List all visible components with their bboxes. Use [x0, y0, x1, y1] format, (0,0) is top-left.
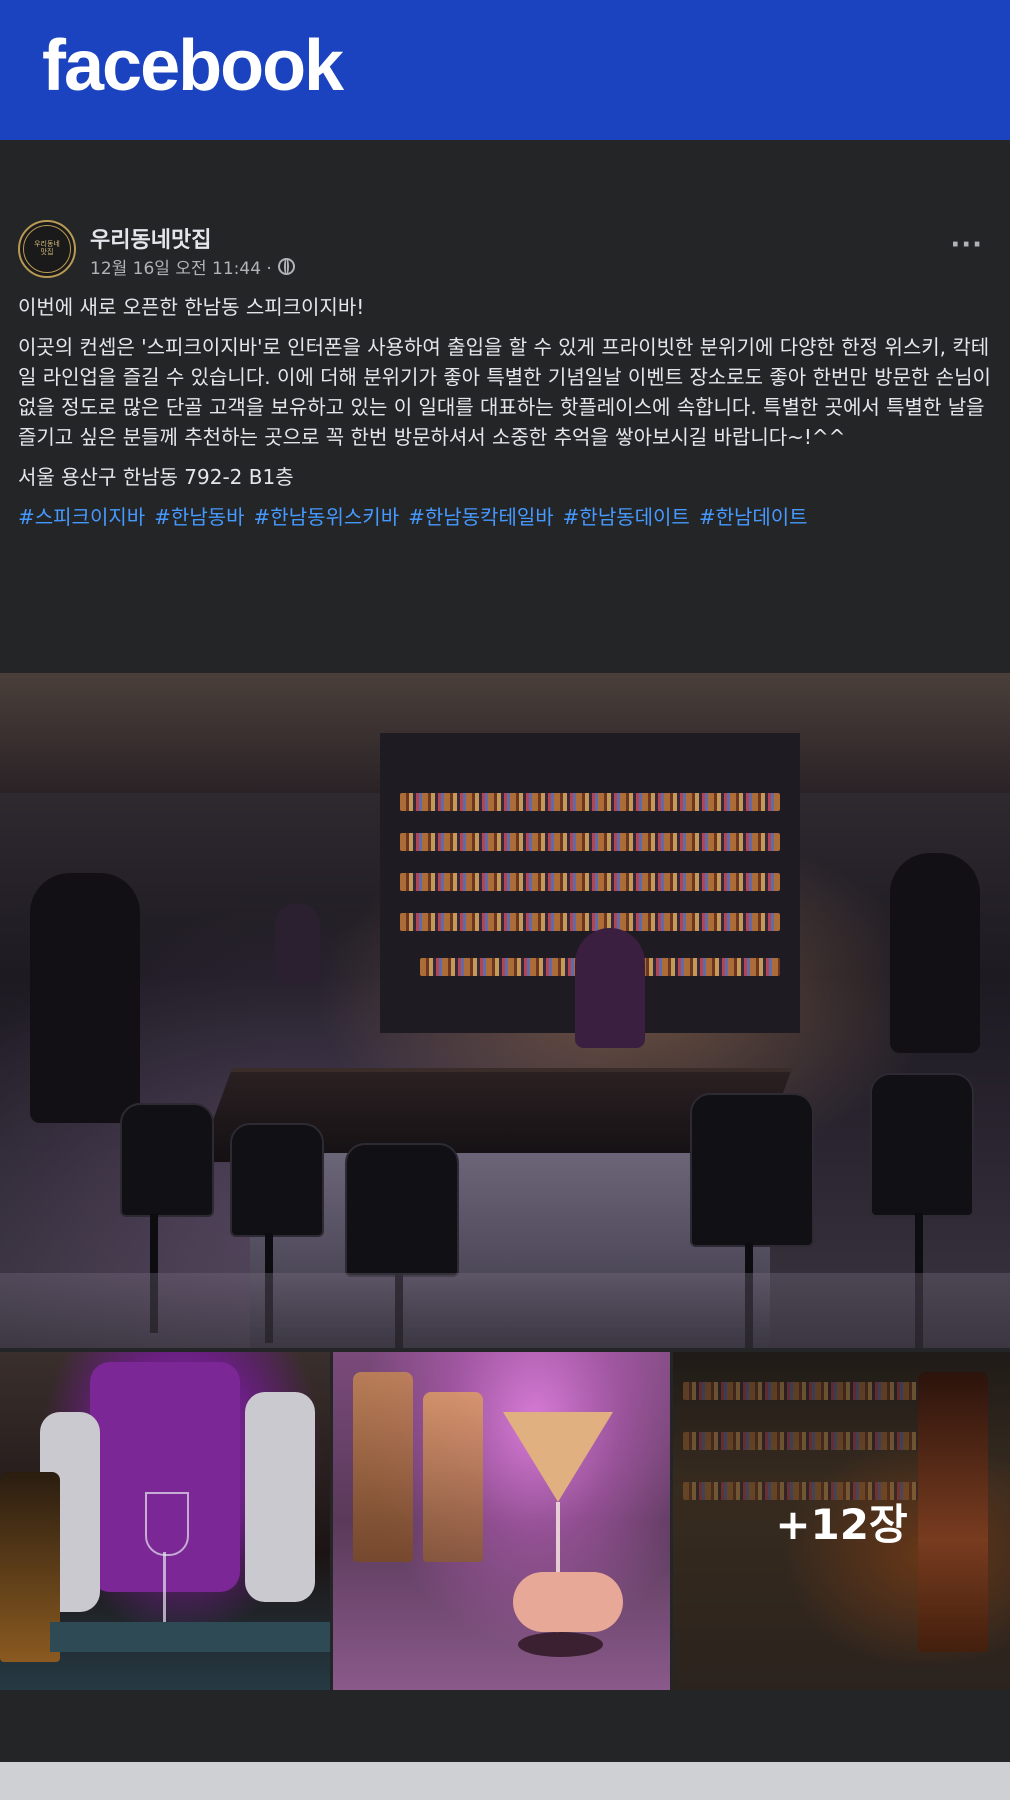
hashtag-link[interactable]: #한남동바	[154, 505, 244, 529]
photo-thumbnail-cocktail[interactable]	[333, 1352, 670, 1690]
photo-thumbnail-whisky[interactable]: +12장	[673, 1352, 1010, 1690]
bar-stool	[345, 1143, 459, 1277]
avatar-emblem: 우리동네 맛집	[23, 225, 71, 273]
post-address: 서울 용산구 한남동 792-2 B1층	[18, 465, 294, 489]
page-avatar[interactable]: 우리동네 맛집	[18, 220, 76, 278]
facebook-logo[interactable]: facebook	[42, 30, 344, 102]
photo-thumbnail-bartender[interactable]	[0, 1352, 330, 1690]
liquor-bottle	[353, 1372, 413, 1562]
post-body: 이번에 새로 오픈한 한남동 스피크이지바! 이곳의 컨셉은 '스피크이지바'로…	[18, 292, 993, 542]
bottom-strip	[0, 1762, 1010, 1800]
bottle-shelf	[400, 793, 780, 811]
bar-stool	[690, 1093, 814, 1247]
bar-stool	[120, 1103, 214, 1217]
post-timestamp[interactable]: 12월 16일 오전 11:44 ·	[90, 254, 272, 279]
page-name-link[interactable]: 우리동네맛집	[90, 222, 211, 254]
floor	[0, 1273, 1010, 1348]
facebook-header: facebook	[0, 0, 1010, 140]
cocktail-glass	[503, 1412, 613, 1502]
hand	[513, 1572, 623, 1632]
bottle-shelf	[400, 873, 780, 891]
hashtag-link[interactable]: #스피크이지바	[18, 505, 145, 529]
hashtag-link[interactable]: #한남동위스키바	[254, 505, 400, 529]
bottle-shelf	[400, 913, 780, 931]
more-photos-overlay[interactable]: +12장	[673, 1352, 1010, 1690]
post-meta: 12월 16일 오전 11:44 ·	[90, 254, 295, 279]
guest-left	[30, 873, 140, 1123]
post-paragraph-1: 이번에 새로 오픈한 한남동 스피크이지바!	[18, 295, 365, 319]
guest-right	[890, 853, 980, 1053]
bar-mat	[50, 1622, 330, 1652]
bar-stool	[230, 1123, 324, 1237]
post-paragraph-2: 이곳의 컨셉은 '스피크이지바'로 인터폰을 사용하여 출입을 할 수 있게 프…	[18, 335, 991, 449]
post-header: 우리동네 맛집 우리동네맛집 12월 16일 오전 11:44 · ···	[18, 218, 993, 284]
hashtag-link[interactable]: #한남동칵테일바	[408, 505, 554, 529]
bottle-shelf	[400, 833, 780, 851]
hashtag-list: #스피크이지바 #한남동바 #한남동위스키바 #한남동칵테일바 #한남동데이트 #한남데이…	[18, 502, 993, 532]
liquor-bottle	[423, 1392, 483, 1562]
more-options-icon[interactable]: ···	[950, 232, 983, 258]
bartender	[275, 903, 320, 983]
globe-icon[interactable]	[277, 258, 295, 275]
hashtag-link[interactable]: #한남동데이트	[563, 505, 690, 529]
avatar-text-line2: 맛집	[40, 248, 54, 256]
wine-glass	[145, 1492, 189, 1556]
bartender-shirt	[245, 1392, 315, 1602]
coaster	[518, 1632, 603, 1657]
bartender	[575, 928, 645, 1048]
more-photos-count: +12장	[775, 1499, 908, 1549]
glass-stem	[163, 1552, 166, 1632]
main-photo-bar-interior[interactable]	[0, 673, 1010, 1348]
bar-stool	[870, 1073, 974, 1217]
hashtag-link[interactable]: #한남데이트	[699, 505, 808, 529]
